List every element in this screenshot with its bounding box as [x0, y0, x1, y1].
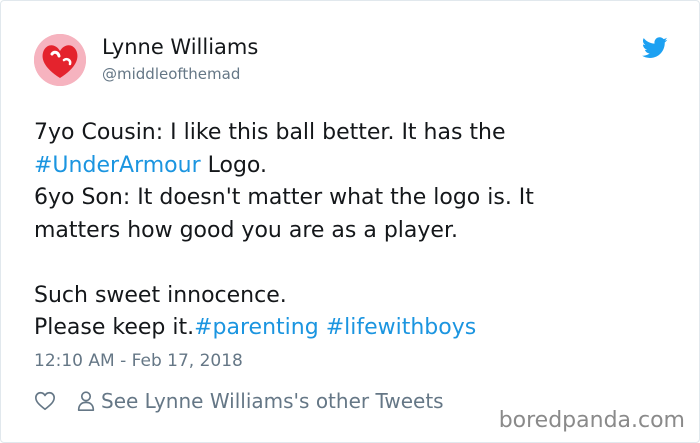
see-other-tweets-link[interactable]: See Lynne Williams's other Tweets [101, 389, 444, 413]
tweet-text: 7yo Cousin: I like this ball better. It … [34, 117, 674, 345]
tweet-timestamp[interactable]: 12:10 AM - Feb 17, 2018 [34, 351, 243, 371]
tweet-line-1: 7yo Cousin: I like this ball better. It … [34, 117, 674, 150]
red-heart-avatar-icon [34, 34, 86, 86]
tweet-text-segment: Please keep it. [34, 315, 195, 340]
tweet-text-segment: matters how good you are as a player. [34, 217, 458, 243]
tweet-line-6: Such sweet innocence. [34, 280, 674, 313]
tweet-text-segment: Such sweet innocence. [34, 282, 287, 308]
author-handle[interactable]: @middleofthemad [102, 65, 240, 83]
hashtag-lifewithboys-link[interactable]: #lifewithboys [326, 315, 477, 340]
tweet-text-segment: 7yo Cousin: I like this ball better. It … [34, 120, 506, 145]
watermark: boredpanda.com [498, 408, 685, 433]
tweet-card: Lynne Williams @middleofthemad 7yo Cousi… [0, 0, 700, 443]
tweet-line-2: #UnderArmour Logo. [34, 150, 674, 183]
tweet-text-segment: 6yo Son: It doesn't matter what the logo… [34, 185, 534, 210]
heart-icon[interactable] [34, 390, 56, 412]
hashtag-underarmour-link[interactable]: #UnderArmour [34, 153, 201, 178]
tweet-text-segment: Logo. [200, 152, 267, 178]
tweet-line-4: matters how good you are as a player. [34, 215, 674, 248]
twitter-bird-icon[interactable] [642, 37, 668, 59]
person-icon [77, 391, 95, 411]
tweet-line-7: Please keep it.#parenting #lifewithboys [34, 312, 674, 345]
tweet-actions: See Lynne Williams's other Tweets [34, 387, 444, 415]
hashtag-parenting-link[interactable]: #parenting [194, 315, 319, 340]
author-display-name[interactable]: Lynne Williams [102, 35, 258, 59]
avatar[interactable] [34, 34, 86, 86]
tweet-line-3: 6yo Son: It doesn't matter what the logo… [34, 182, 674, 215]
